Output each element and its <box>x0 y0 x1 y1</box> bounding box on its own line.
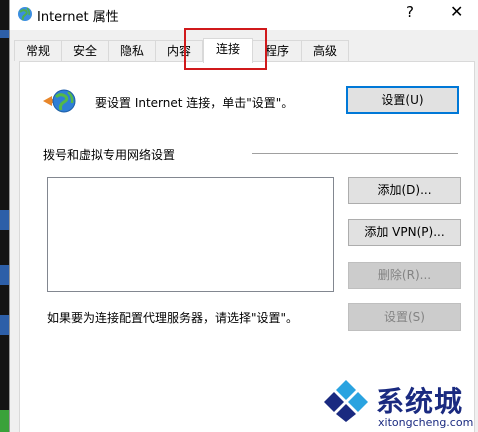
setup-instruction: 要设置 Internet 连接，单击"设置"。 <box>95 96 294 110</box>
desktop-fragment <box>0 410 9 432</box>
desktop-background-strip <box>0 0 9 432</box>
proxy-instruction: 如果要为连接配置代理服务器，请选择"设置"。 <box>47 311 299 325</box>
dialup-vpn-group-label: 拨号和虚拟专用网络设置 <box>43 148 176 162</box>
watermark-site: xitongcheng.com <box>378 416 474 429</box>
help-button[interactable]: ? <box>406 3 414 21</box>
desktop-fragment <box>0 30 9 38</box>
desktop-fragment <box>0 315 9 335</box>
add-vpn-button[interactable]: 添加 VPN(P)... <box>348 219 461 246</box>
tab-advanced[interactable]: 高级 <box>301 40 349 61</box>
title-bar[interactable]: Internet 属性 ? ✕ <box>10 0 478 30</box>
add-button[interactable]: 添加(D)... <box>348 177 461 204</box>
highlight-box <box>184 28 267 70</box>
site-watermark: 系统城 xitongcheng.com <box>320 378 478 432</box>
internet-properties-window: Internet 属性 ? ✕ 常规 安全 隐私 内容 连接 程序 高级 要设置… <box>9 0 478 432</box>
desktop-fragment <box>0 210 9 230</box>
settings-button[interactable]: 设置(S) <box>348 303 461 331</box>
desktop-fragment <box>0 265 9 285</box>
tab-privacy[interactable]: 隐私 <box>108 40 156 61</box>
group-divider <box>252 153 458 154</box>
close-button[interactable]: ✕ <box>450 2 463 21</box>
connections-listbox[interactable] <box>47 177 334 292</box>
tab-general[interactable]: 常规 <box>14 40 62 61</box>
delete-button[interactable]: 删除(R)... <box>348 262 461 289</box>
network-globe-icon <box>43 89 76 113</box>
internet-globe-icon <box>18 7 32 21</box>
tab-security[interactable]: 安全 <box>61 40 109 61</box>
watermark-brand: 系统城 <box>376 385 464 418</box>
connections-panel: 要设置 Internet 连接，单击"设置"。 设置(U) 拨号和虚拟专用网络设… <box>19 61 475 432</box>
watermark-logo-icon <box>324 380 368 422</box>
setup-button[interactable]: 设置(U) <box>346 86 459 114</box>
window-title: Internet 属性 <box>37 10 119 25</box>
